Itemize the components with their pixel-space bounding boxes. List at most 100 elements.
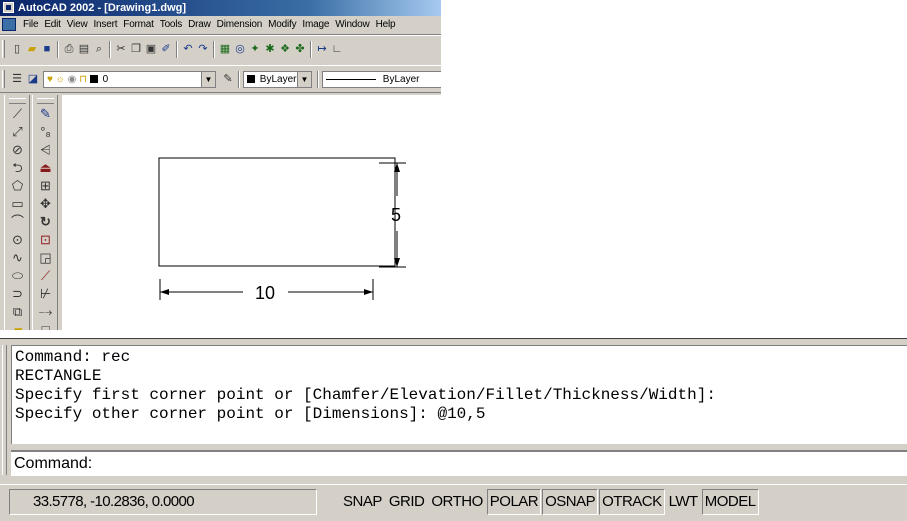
menu-file[interactable]: File — [20, 16, 41, 34]
menu-edit[interactable]: Edit — [41, 16, 63, 34]
new-icon[interactable]: ▯ — [10, 42, 24, 56]
zoom-icon[interactable]: ❖ — [278, 42, 292, 56]
save-icon[interactable]: ■ — [40, 42, 54, 56]
title-bar[interactable]: AutoCAD 2002 - [Drawing1.dwg] — [0, 0, 441, 16]
scale-icon[interactable]: ⊡ — [36, 231, 55, 248]
spline-icon[interactable]: ∿ — [8, 249, 27, 266]
command-input[interactable]: Command: — [11, 450, 907, 476]
menu-modify[interactable]: Modify — [265, 16, 299, 34]
otrack-toggle[interactable]: OTRACK — [599, 489, 665, 515]
properties-icon[interactable]: ✤ — [293, 42, 307, 56]
copy-icon[interactable]: ❐ — [129, 42, 143, 56]
toolbar-separator — [317, 71, 319, 88]
width-dimension-text[interactable]: 10 — [255, 283, 275, 303]
offset-icon[interactable]: ⏏ — [36, 159, 55, 176]
realtime-zoom-icon[interactable]: ✱ — [263, 42, 277, 56]
command-history-line: Specify other corner point or [Dimension… — [15, 405, 486, 423]
layer-dropdown[interactable]: ♥ ☼ ◉ ⊓ 0 ▼ — [43, 71, 216, 88]
toolbar-grip[interactable] — [37, 98, 54, 104]
array-icon[interactable]: ⊞ — [36, 177, 55, 194]
chevron-down-icon[interactable]: ▼ — [297, 72, 311, 87]
drawing-area[interactable]: 5 10 — [62, 95, 441, 330]
coordinate-readout[interactable]: 33.5778, -10.2836, 0.0000 — [9, 489, 317, 515]
layer-manager-icon[interactable]: ☰ — [10, 72, 24, 86]
ellipse-arc-icon[interactable]: ⊃ — [8, 285, 27, 302]
menu-format[interactable]: Format — [120, 16, 156, 34]
extend-icon[interactable]: ⤍ — [36, 303, 55, 320]
print-preview-icon[interactable]: ▤ — [77, 42, 91, 56]
drawing-canvas[interactable]: 5 10 — [62, 95, 441, 330]
chevron-down-icon[interactable]: ▼ — [201, 72, 215, 87]
open-icon[interactable]: ▰ — [25, 42, 39, 56]
model-toggle[interactable]: MODEL — [701, 489, 759, 515]
undo-icon[interactable]: ↶ — [181, 42, 195, 56]
toolbar-separator — [238, 71, 240, 88]
hyperlink-icon[interactable]: ▦ — [218, 42, 232, 56]
rectangle-icon[interactable]: ▭ — [8, 195, 27, 212]
rotate-icon[interactable]: ↻ — [36, 213, 55, 230]
browser-icon[interactable]: ◎ — [233, 42, 247, 56]
insert-block-icon[interactable]: ⧉ — [8, 303, 27, 320]
move-icon[interactable]: ✥ — [36, 195, 55, 212]
copy-object-icon[interactable]: °₈ — [36, 123, 55, 140]
redo-icon[interactable]: ↷ — [196, 42, 210, 56]
cut-icon[interactable]: ✂ — [114, 42, 128, 56]
snap-toggle[interactable]: SNAP — [340, 489, 385, 515]
menu-help[interactable]: Help — [373, 16, 399, 34]
toolbar-grip[interactable] — [2, 40, 5, 58]
command-window-splitter[interactable] — [0, 338, 907, 344]
erase-icon[interactable]: ✎ — [36, 105, 55, 122]
rectangle-entity[interactable] — [158, 157, 396, 267]
command-window-grip[interactable] — [2, 345, 7, 475]
circle-icon[interactable]: ⊙ — [8, 231, 27, 248]
break-icon[interactable]: □ — [36, 321, 55, 330]
find-icon[interactable]: ⌕ — [92, 42, 106, 56]
distance-icon[interactable]: ↦ — [315, 42, 329, 56]
lengthen-icon[interactable]: ⟋ — [36, 267, 55, 284]
osnap-toggle[interactable]: OSNAP — [542, 489, 599, 515]
menu-draw[interactable]: Draw — [185, 16, 214, 34]
polyline-icon[interactable]: ⊘ — [8, 141, 27, 158]
ucs-icon[interactable]: ∟ — [330, 42, 344, 56]
menu-window[interactable]: Window — [332, 16, 372, 34]
construction-line-icon[interactable]: ⤢ — [8, 123, 27, 140]
menu-insert[interactable]: Insert — [90, 16, 120, 34]
stretch-icon[interactable]: ◲ — [36, 249, 55, 266]
ortho-toggle[interactable]: ORTHO — [428, 489, 485, 515]
make-block-icon[interactable]: ▰ — [8, 321, 27, 330]
grid-toggle[interactable]: GRID — [386, 489, 428, 515]
command-history[interactable]: Command: rec RECTANGLE Specify first cor… — [11, 345, 907, 444]
menu-view[interactable]: View — [64, 16, 91, 34]
command-window: Command: rec RECTANGLE Specify first cor… — [0, 338, 907, 484]
dimension-arrow — [160, 289, 169, 295]
lwt-toggle[interactable]: LWT — [666, 489, 701, 515]
menu-dimension[interactable]: Dimension — [214, 16, 265, 34]
toolbar-separator — [310, 41, 312, 58]
linetype-dropdown[interactable]: ByLayer — [322, 71, 441, 88]
polygon-icon[interactable]: ⬠ — [8, 177, 27, 194]
layer-color-swatch — [89, 75, 98, 84]
menu-tools[interactable]: Tools — [157, 16, 185, 34]
menu-image[interactable]: Image — [299, 16, 332, 34]
trim-icon[interactable]: ⊬ — [36, 285, 55, 302]
draw-toolbar: ⟋ ⤢ ⊘ ⮌ ⬠ ▭ ⌒ ⊙ ∿ ⬭ ⊃ ⧉ ▰ — [4, 95, 30, 330]
toolbar-grip[interactable] — [9, 98, 26, 104]
arc-icon[interactable]: ⌒ — [8, 213, 27, 230]
make-object-layer-current-icon[interactable]: ◪ — [26, 72, 40, 86]
mirror-icon[interactable]: ⩤ — [36, 141, 55, 158]
color-dropdown[interactable]: ByLayer ▼ — [243, 71, 312, 88]
ellipse-icon[interactable]: ⬭ — [8, 267, 27, 284]
toolbar-grip[interactable] — [2, 70, 5, 88]
menu-items: File Edit View Insert Format Tools Draw … — [20, 16, 398, 34]
height-dimension-text[interactable]: 5 — [391, 205, 401, 225]
layer-previous-icon[interactable]: ✎ — [221, 72, 235, 86]
match-properties-icon[interactable]: ✐ — [159, 42, 173, 56]
print-icon[interactable]: ⎙ — [62, 42, 76, 56]
realtime-pan-icon[interactable]: ✦ — [248, 42, 262, 56]
polar-toggle[interactable]: POLAR — [486, 489, 542, 515]
line-icon[interactable]: ⟋ — [8, 105, 27, 122]
polygon-return-icon[interactable]: ⮌ — [8, 159, 27, 176]
app-icon[interactable] — [3, 2, 14, 13]
paste-icon[interactable]: ▣ — [144, 42, 158, 56]
document-icon[interactable] — [2, 18, 16, 31]
